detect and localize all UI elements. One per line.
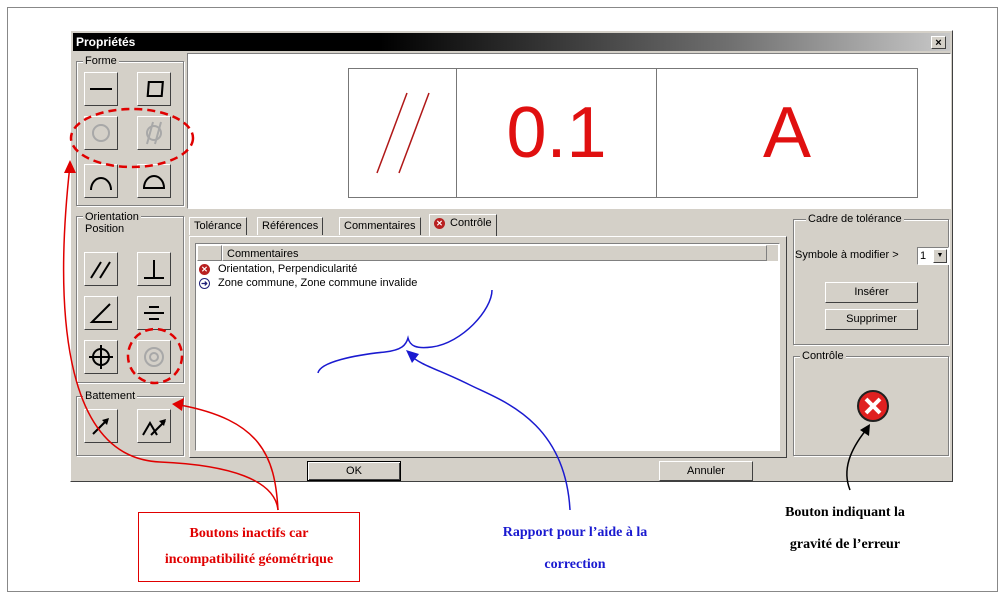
report-annotation: Rapport pour l’aide à la correction — [440, 517, 710, 581]
inactive-annotation-line1: Boutons inactifs car — [189, 526, 309, 541]
angularity-button[interactable] — [84, 296, 118, 330]
cadre-group-label: Cadre de tolérance — [806, 212, 904, 226]
parallelism-button[interactable] — [84, 252, 118, 286]
tab-controle-label: Contrôle — [450, 217, 492, 229]
total-runout-icon — [142, 419, 166, 436]
error-icon — [857, 390, 889, 422]
straightness-button[interactable] — [84, 72, 118, 106]
position-label: Position — [85, 223, 125, 235]
orientation-label: Orientation — [85, 211, 139, 223]
forme-group-label: Forme — [83, 54, 119, 68]
report-list[interactable]: Commentaires ✕ Orientation, Perpendicula… — [195, 243, 780, 451]
dialog-title: Propriétés — [76, 35, 136, 49]
surface-profile-icon — [142, 175, 166, 189]
feature-control-frame: 0.1 A — [348, 68, 918, 198]
straightness-icon — [90, 88, 112, 90]
flatness-button[interactable] — [137, 72, 171, 106]
error-icon: ✕ — [434, 217, 445, 229]
frame-symbol-cell — [349, 69, 457, 197]
controle-tab-panel: Commentaires ✕ Orientation, Perpendicula… — [189, 236, 787, 458]
perpendicularity-button[interactable] — [137, 252, 171, 286]
severity-annotation-line2: gravité de l’erreur — [789, 537, 901, 552]
tab-controle[interactable]: ✕ Contrôle — [429, 214, 497, 236]
cancel-button[interactable]: Annuler — [659, 461, 753, 481]
circularity-button — [84, 116, 118, 150]
perpendicularity-icon — [144, 260, 164, 279]
tolerance-frame-preview: 0.1 A — [187, 53, 951, 209]
flatness-icon — [146, 81, 164, 97]
insert-button[interactable]: Insérer — [825, 282, 918, 303]
symmetry-button[interactable] — [137, 296, 171, 330]
angularity-icon — [89, 303, 112, 323]
close-button[interactable]: × — [931, 36, 946, 49]
delete-button[interactable]: Supprimer — [825, 309, 918, 330]
symmetry-icon — [144, 306, 164, 320]
line-profile-button[interactable] — [84, 164, 118, 198]
circular-runout-icon — [92, 418, 109, 435]
line-profile-icon — [90, 177, 112, 191]
comments-column-header[interactable]: Commentaires — [222, 245, 767, 261]
orientation-group-label: Orientation Position — [83, 211, 141, 235]
chevron-down-icon[interactable]: ▼ — [933, 249, 947, 263]
inactive-annotation-line2: incompatibilité géométrique — [164, 552, 334, 567]
list-item-text: Orientation, Perpendicularité — [218, 263, 358, 275]
parallelism-icon — [90, 261, 111, 279]
error-icon: ✕ — [199, 264, 210, 275]
report-annotation-line2: correction — [544, 557, 606, 572]
position-icon — [89, 345, 113, 369]
cylindricity-icon — [146, 121, 162, 145]
datum-value: A — [762, 93, 812, 173]
battement-group-label: Battement — [83, 389, 138, 403]
inactive-buttons-annotation: Boutons inactifs car incompatibilité géo… — [138, 512, 360, 582]
tab-tolerance[interactable]: Tolérance — [189, 217, 247, 235]
ok-button[interactable]: OK — [307, 461, 401, 481]
circular-runout-button[interactable] — [84, 409, 118, 443]
tab-commentaires[interactable]: Commentaires — [339, 217, 421, 235]
symbol-select-value: 1 — [920, 250, 927, 262]
circularity-icon — [92, 124, 110, 142]
position-button[interactable] — [84, 340, 118, 374]
symbol-select[interactable]: 1 ▼ — [917, 247, 949, 265]
tolerance-value: 0.1 — [506, 93, 607, 173]
symbol-to-modify-label: Symbole à modifier > — [795, 249, 899, 261]
severity-annotation-line1: Bouton indiquant la — [785, 505, 905, 520]
cylindricity-button — [137, 116, 171, 150]
report-list-header: Commentaires — [197, 245, 778, 261]
tab-references[interactable]: Références — [257, 217, 324, 235]
total-runout-button[interactable] — [137, 409, 171, 443]
report-annotation-line1: Rapport pour l’aide à la — [502, 525, 648, 540]
frame-tolerance-cell: 0.1 — [457, 69, 657, 197]
severity-annotation: Bouton indiquant la gravité de l’erreur — [735, 497, 955, 561]
frame-datum-cell: A — [657, 69, 917, 197]
properties-dialog: Propriétés × Forme OrientationPosition — [70, 30, 953, 482]
surface-profile-button[interactable] — [137, 164, 171, 198]
list-item[interactable]: ✕ Orientation, Perpendicularité — [199, 263, 357, 276]
severity-button[interactable] — [856, 389, 890, 423]
list-item[interactable]: ➜ Zone commune, Zone commune invalide — [199, 277, 417, 290]
title-bar[interactable]: Propriétés × — [73, 33, 950, 51]
controle-group-label: Contrôle — [800, 349, 846, 363]
arrow-right-icon: ➜ — [199, 278, 210, 289]
list-item-text: Zone commune, Zone commune invalide — [218, 277, 418, 289]
concentricity-button — [137, 340, 171, 374]
concentricity-icon — [144, 347, 164, 367]
icon-column-header[interactable] — [197, 245, 222, 261]
parallelism-symbol-icon — [375, 92, 430, 174]
